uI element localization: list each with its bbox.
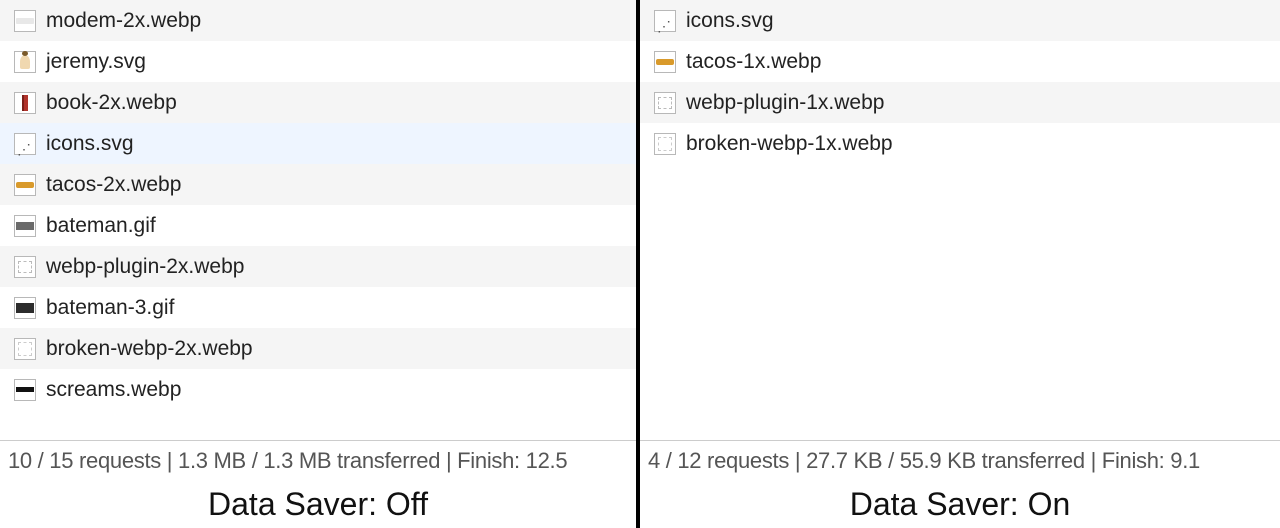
network-request-row[interactable]: tacos-1x.webp — [640, 41, 1280, 82]
network-request-list[interactable]: icons.svg tacos-1x.webp webp-plugin-1x.web… — [640, 0, 1280, 440]
network-request-row[interactable]: webp-plugin-1x.webp — [640, 82, 1280, 123]
request-name: tacos-1x.webp — [686, 50, 821, 74]
status-bar: 10 / 15 requests | 1.3 MB / 1.3 MB trans… — [0, 440, 636, 480]
request-name: bateman.gif — [46, 214, 156, 238]
request-name: bateman-3.gif — [46, 296, 174, 320]
request-name: icons.svg — [46, 132, 134, 156]
request-name: jeremy.svg — [46, 50, 146, 74]
pane-data-saver-off: modem-2x.webp jeremy.svg book-2x.webp icons… — [0, 0, 640, 528]
network-request-row[interactable]: jeremy.svg — [0, 41, 636, 82]
network-request-row[interactable]: icons.svg — [640, 0, 1280, 41]
tacos-icon — [654, 51, 676, 73]
pane-data-saver-on: icons.svg tacos-1x.webp webp-plugin-1x.web… — [640, 0, 1280, 528]
pane-caption: Data Saver: Off — [0, 480, 636, 528]
jeremy-icon — [14, 51, 36, 73]
broken-icon — [654, 133, 676, 155]
network-request-row[interactable]: modem-2x.webp — [0, 0, 636, 41]
bateman3-icon — [14, 297, 36, 319]
request-name: icons.svg — [686, 9, 774, 33]
request-name: broken-webp-1x.webp — [686, 132, 893, 156]
webpplg-icon — [14, 256, 36, 278]
request-name: screams.webp — [46, 378, 181, 402]
status-bar: 4 / 12 requests | 27.7 KB / 55.9 KB tran… — [640, 440, 1280, 480]
request-name: tacos-2x.webp — [46, 173, 181, 197]
network-request-row[interactable]: bateman-3.gif — [0, 287, 636, 328]
webpplg-icon — [654, 92, 676, 114]
network-request-row[interactable]: tacos-2x.webp — [0, 164, 636, 205]
network-request-row[interactable]: broken-webp-1x.webp — [640, 123, 1280, 164]
book-icon — [14, 92, 36, 114]
request-name: webp-plugin-1x.webp — [686, 91, 884, 115]
request-name: broken-webp-2x.webp — [46, 337, 253, 361]
network-request-row[interactable]: icons.svg — [0, 123, 636, 164]
network-request-row[interactable]: webp-plugin-2x.webp — [0, 246, 636, 287]
comparison-wrap: modem-2x.webp jeremy.svg book-2x.webp icons… — [0, 0, 1280, 528]
request-name: modem-2x.webp — [46, 9, 201, 33]
request-name: book-2x.webp — [46, 91, 177, 115]
modem-icon — [14, 10, 36, 32]
network-request-list[interactable]: modem-2x.webp jeremy.svg book-2x.webp icons… — [0, 0, 636, 440]
icons-icon — [14, 133, 36, 155]
broken-icon — [14, 338, 36, 360]
pane-caption: Data Saver: On — [640, 480, 1280, 528]
request-name: webp-plugin-2x.webp — [46, 255, 244, 279]
bateman-icon — [14, 215, 36, 237]
icons-icon — [654, 10, 676, 32]
network-request-row[interactable]: broken-webp-2x.webp — [0, 328, 636, 369]
network-request-row[interactable]: book-2x.webp — [0, 82, 636, 123]
screams-icon — [14, 379, 36, 401]
network-request-row[interactable]: screams.webp — [0, 369, 636, 410]
tacos-icon — [14, 174, 36, 196]
network-request-row[interactable]: bateman.gif — [0, 205, 636, 246]
